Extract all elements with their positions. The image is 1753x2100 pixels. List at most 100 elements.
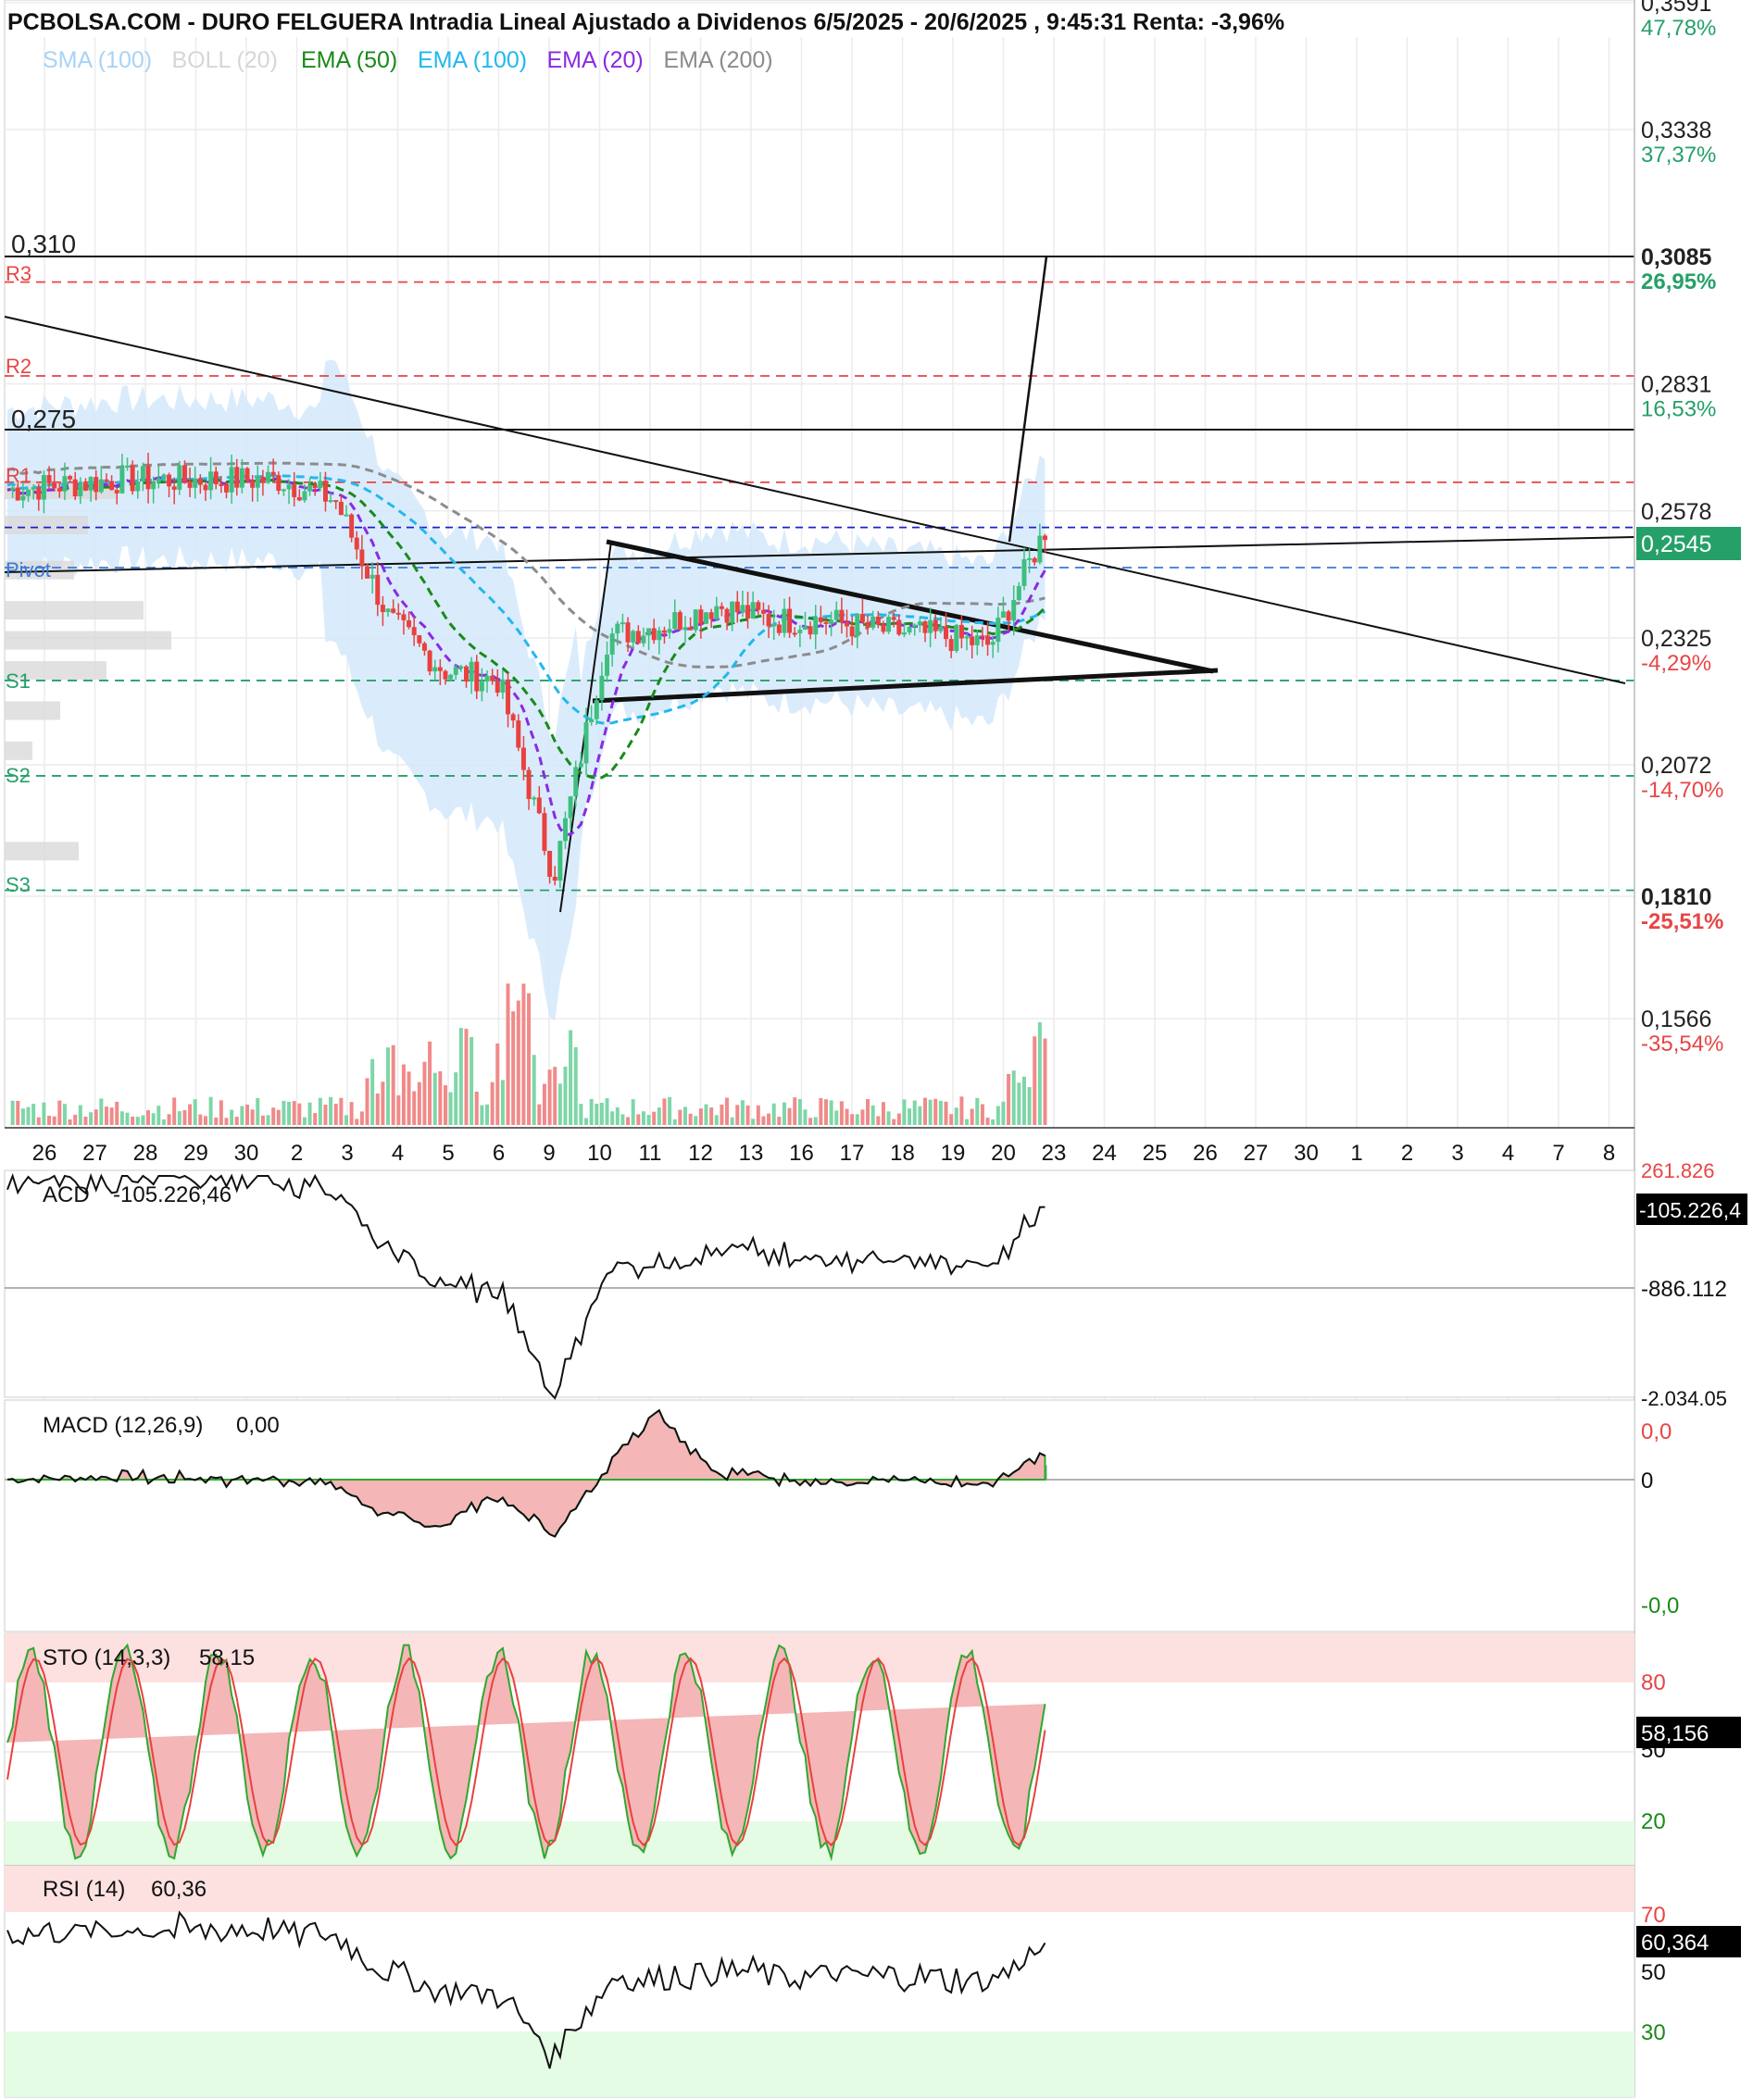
volume-bar <box>271 1107 276 1125</box>
candle-body <box>161 474 167 479</box>
volume-bar <box>908 1108 912 1125</box>
volume-bar <box>829 1100 833 1125</box>
volume-bar <box>521 983 526 1125</box>
volume-bar <box>813 1117 818 1125</box>
acd-badge-text: -105.226,4 <box>1639 1198 1741 1222</box>
volume-bar <box>115 1101 119 1125</box>
candle-body <box>244 468 250 481</box>
rsi-panel: RSI (14) 60,36 70 50 30 60,364 <box>4 1865 1741 2098</box>
rsi-axis-30: 30 <box>1641 2020 1666 2045</box>
volume-bar <box>57 1100 62 1125</box>
volume-bar <box>782 1102 786 1125</box>
candle-body <box>1032 557 1037 563</box>
candle-body <box>109 481 115 491</box>
candle-body <box>417 635 422 644</box>
volume-bar <box>985 1118 990 1125</box>
candle-body <box>948 639 954 652</box>
date-tick-label: 5 <box>442 1141 454 1166</box>
candle-body <box>641 635 646 644</box>
candle-body <box>620 622 625 625</box>
date-tick-label: 3 <box>1451 1141 1463 1166</box>
candle-body <box>82 482 88 491</box>
volume-bar <box>349 1102 354 1125</box>
candle-body <box>672 612 678 630</box>
volume-bar <box>89 1112 94 1125</box>
volume-bar <box>636 1114 641 1125</box>
candle-body <box>693 609 698 631</box>
volume-bar <box>375 1093 380 1125</box>
volume-bar <box>662 1098 667 1125</box>
volume-bar <box>313 1113 318 1125</box>
volume-bar <box>761 1116 766 1125</box>
candle-body <box>724 608 730 623</box>
volume-bar <box>359 1111 364 1125</box>
candle-body <box>72 479 78 497</box>
volume-bar <box>474 1092 479 1125</box>
volume-bar <box>208 1096 213 1125</box>
volume-bar <box>422 1061 427 1125</box>
candle-body <box>599 675 605 701</box>
volume-bar <box>881 1102 885 1125</box>
volume-bar <box>876 1116 881 1125</box>
candle-body <box>1021 559 1027 586</box>
candle-body <box>1037 535 1043 563</box>
legend-item: EMA (50) <box>301 47 397 73</box>
volume-bar <box>620 1114 625 1125</box>
level-label-310: 0,310 <box>11 230 76 258</box>
volume-bar <box>928 1099 933 1125</box>
rsi-value: 60,36 <box>151 1877 207 1902</box>
candle-body <box>490 675 495 681</box>
candle-body <box>401 614 407 620</box>
volume-bar <box>323 1105 328 1125</box>
volume-bar <box>490 1081 495 1125</box>
candle-body <box>651 628 657 641</box>
sto-badge-text: 58,156 <box>1641 1721 1709 1746</box>
candle-body <box>583 722 589 764</box>
candle-body <box>605 654 610 676</box>
candle-body <box>745 605 751 619</box>
candle-body <box>182 465 187 481</box>
date-tick-label: 26 <box>1193 1141 1218 1166</box>
price-tick-label: 0,1566 <box>1641 1006 1711 1032</box>
candle-body <box>255 476 260 488</box>
candle-body <box>1006 611 1011 621</box>
candle-body <box>354 537 359 550</box>
price-tick-pct: -4,29% <box>1641 651 1711 676</box>
candle-body <box>203 484 208 491</box>
candle-body <box>870 616 876 629</box>
volume-bar <box>886 1111 891 1125</box>
price-tick-label: 0,3338 <box>1641 118 1711 144</box>
volume-bar <box>965 1119 970 1125</box>
price-tick-label: 0,3085 <box>1641 244 1712 270</box>
volume-bar <box>678 1109 682 1125</box>
candle-body <box>782 608 787 633</box>
volume-bar <box>777 1117 782 1125</box>
volume-bar <box>652 1111 657 1125</box>
candle-body <box>140 466 145 481</box>
candle-body <box>865 621 870 629</box>
acd-panel: ACD -105.226,46 261.826 -886.112 -2.034.… <box>4 1159 1747 1410</box>
legend-item: BOLL (20) <box>172 47 278 73</box>
volume-bar <box>579 1104 583 1125</box>
candle-body <box>391 608 396 613</box>
volume-bar <box>819 1097 823 1125</box>
volume-bar <box>256 1097 260 1125</box>
candle-body <box>119 466 125 494</box>
date-tick-label: 30 <box>1294 1141 1319 1166</box>
volume-bar <box>417 1081 421 1125</box>
candle-body <box>573 767 579 797</box>
volume-bar <box>720 1104 724 1125</box>
date-tick-label: 28 <box>133 1141 158 1166</box>
candle-body <box>1016 585 1021 601</box>
volume-bar <box>1027 1087 1032 1125</box>
volume-bar <box>68 1119 72 1125</box>
volume-bar <box>725 1097 730 1125</box>
date-tick-label: 2 <box>291 1141 303 1166</box>
volume-bar <box>125 1112 130 1125</box>
date-tick-label: 24 <box>1092 1141 1117 1166</box>
rsi-badge-text: 60,364 <box>1641 1931 1709 1956</box>
volume-bar <box>47 1115 52 1125</box>
volume-bar <box>709 1107 714 1125</box>
volume-bar <box>751 1119 756 1125</box>
volume-bar <box>756 1105 760 1125</box>
